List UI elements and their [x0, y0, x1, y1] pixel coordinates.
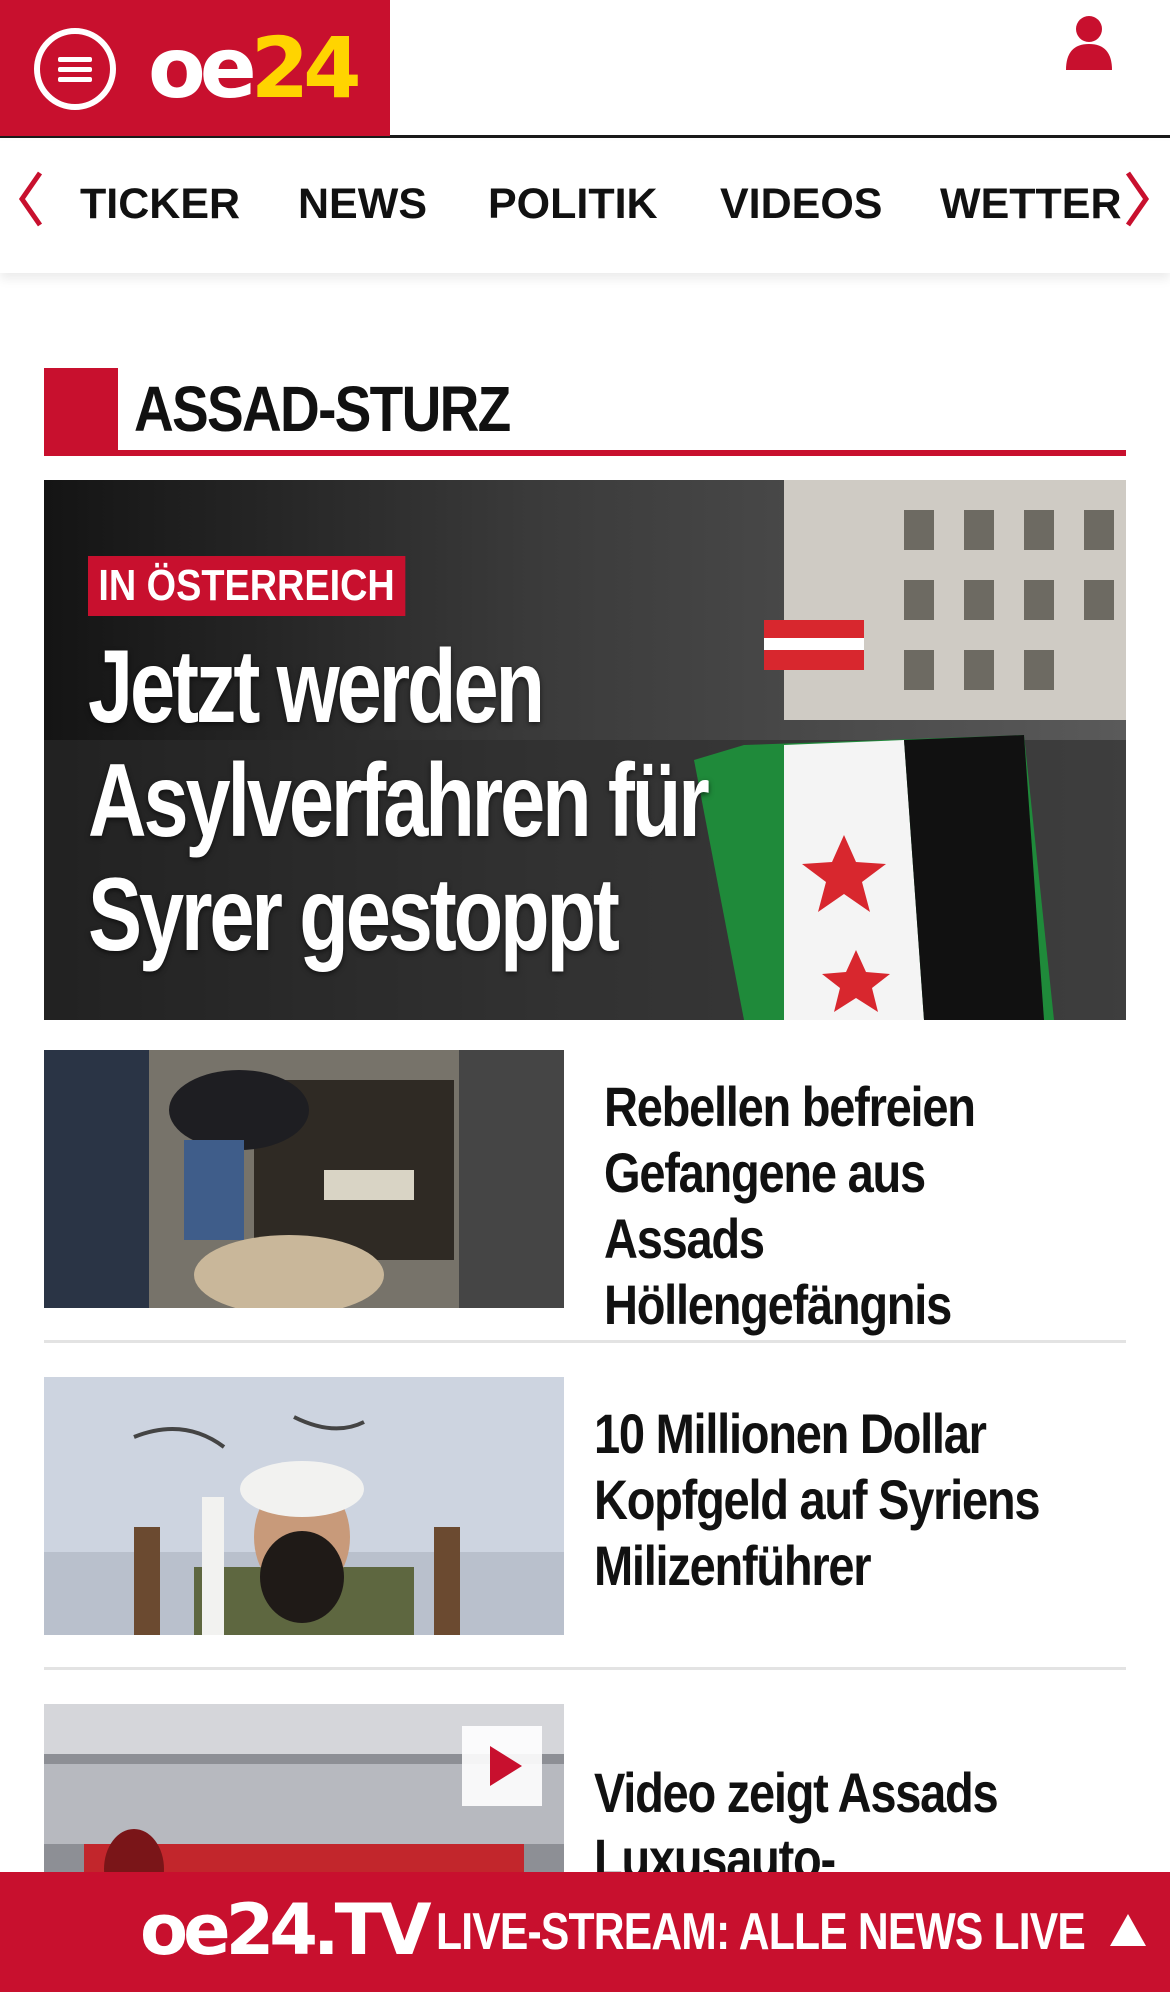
menu-icon[interactable] — [34, 28, 116, 110]
live-stream-label[interactable]: LIVE-STREAM: ALLE NEWS LIVE — [436, 1902, 1086, 1962]
article-thumbnail[interactable] — [44, 1050, 564, 1308]
article-thumbnail[interactable] — [44, 1377, 564, 1635]
divider — [44, 1667, 1126, 1670]
section-header: ASSAD-STURZ — [44, 368, 1126, 456]
list-item[interactable]: 10 Millionen Dollar Kopfgeld auf Syriens… — [44, 1377, 1126, 1635]
brand-area: oe24 — [0, 0, 390, 136]
article-headline[interactable]: 10 Millionen Dollar Kopfgeld auf Syriens… — [594, 1401, 1064, 1599]
hero-article[interactable]: IN ÖSTERREICH Jetzt werden Asylverfahren… — [44, 480, 1126, 1020]
section-underline — [44, 450, 1126, 456]
play-icon — [490, 1746, 522, 1786]
article-headline[interactable]: Rebellen befreien Gefangene aus Assads H… — [604, 1074, 1074, 1338]
user-icon[interactable] — [1064, 14, 1114, 70]
category-nav: TICKER NEWS POLITIK VIDEOS WETTER — [0, 141, 1170, 273]
top-header: oe24 — [0, 0, 1170, 138]
nav-item-wetter[interactable]: WETTER — [940, 179, 1122, 229]
play-button[interactable] — [462, 1726, 542, 1806]
list-item[interactable]: Rebellen befreien Gefangene aus Assads H… — [44, 1050, 1126, 1336]
divider — [44, 1340, 1126, 1343]
nav-item-politik[interactable]: POLITIK — [488, 179, 658, 229]
arrow-up-icon[interactable] — [1108, 1910, 1148, 1950]
site-logo[interactable]: oe24 — [148, 18, 362, 118]
chevron-right-icon[interactable] — [1122, 169, 1152, 229]
section-title[interactable]: ASSAD-STURZ — [134, 374, 511, 444]
nav-item-videos[interactable]: VIDEOS — [720, 179, 883, 229]
chevron-left-icon[interactable] — [16, 169, 46, 229]
live-stream-bar[interactable]: oe24.TV LIVE-STREAM: ALLE NEWS LIVE — [0, 1872, 1170, 1992]
hero-title[interactable]: Jetzt werden Asylverfahren für Syrer ges… — [88, 630, 728, 972]
nav-item-ticker[interactable]: TICKER — [80, 179, 240, 229]
hero-kicker: IN ÖSTERREICH — [88, 556, 406, 616]
nav-item-news[interactable]: NEWS — [298, 179, 427, 229]
section-accent — [44, 368, 118, 454]
tv-logo[interactable]: oe24.TV — [140, 1890, 431, 1970]
